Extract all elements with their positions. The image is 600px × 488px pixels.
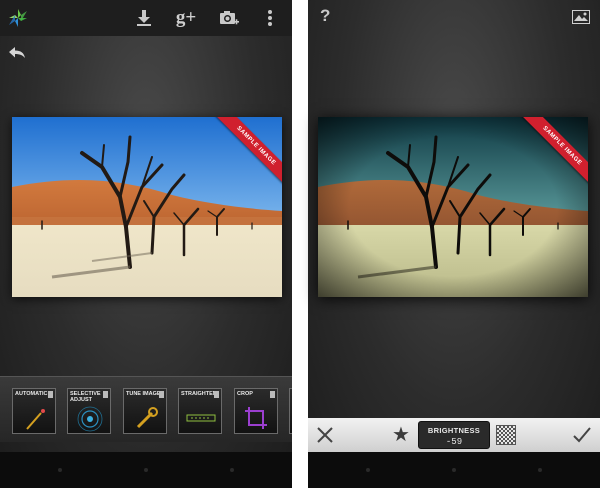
snapseed-logo-icon[interactable] <box>6 6 30 30</box>
camera-add-icon[interactable] <box>217 6 241 30</box>
parameter-name: BRIGHTNESS <box>427 426 481 435</box>
parameter-value: -59 <box>445 437 463 447</box>
tool-straighten[interactable]: STRAIGHTEN <box>178 388 222 434</box>
tool-tune-image[interactable]: TUNE IMAGE <box>123 388 167 434</box>
tool-selective-adjust[interactable]: SELECTIVE ADJUST <box>67 388 111 434</box>
help-button[interactable]: ? <box>320 6 330 26</box>
image-compare-icon[interactable] <box>572 10 590 24</box>
tool-label: TUNE IMAGE <box>126 391 161 397</box>
left-nav-bar <box>0 452 292 488</box>
parameter-selector[interactable]: BRIGHTNESS -59 <box>418 421 490 449</box>
google-plus-icon[interactable]: g+ <box>174 6 198 30</box>
checkerboard-icon[interactable] <box>496 425 516 445</box>
download-icon[interactable] <box>132 6 156 30</box>
wrench-icon <box>136 407 158 429</box>
tool-label: AUTOMATIC <box>15 391 48 397</box>
tool-automatic[interactable]: AUTOMATIC <box>12 388 56 434</box>
tool-strip: AUTOMATIC SELECTIVE ADJUST TUNE IMAGE ST… <box>0 376 299 442</box>
straighten-icon <box>186 414 216 422</box>
edit-bar: ★ BRIGHTNESS -59 <box>308 418 600 452</box>
back-arrow-icon[interactable] <box>6 44 30 64</box>
control-point-icon <box>77 406 103 432</box>
crop-icon <box>245 407 267 429</box>
close-icon[interactable] <box>316 426 334 444</box>
magic-wand-icon <box>26 409 45 430</box>
sample-photo-original: SAMPLE IMAGE <box>12 117 282 297</box>
checkmark-icon[interactable] <box>572 425 592 445</box>
star-icon[interactable]: ★ <box>392 424 410 446</box>
overflow-menu-icon[interactable] <box>258 6 282 30</box>
tool-label: SELECTIVE ADJUST <box>70 391 101 403</box>
tool-label: CROP <box>237 391 253 397</box>
tool-crop[interactable]: CROP <box>234 388 278 434</box>
sample-photo-edited: SAMPLE IMAGE <box>318 117 588 297</box>
screen-divider <box>292 0 308 488</box>
tool-label: STRAIGHTEN <box>181 391 217 397</box>
action-bar: g+ <box>0 0 292 36</box>
right-nav-bar <box>308 452 600 488</box>
